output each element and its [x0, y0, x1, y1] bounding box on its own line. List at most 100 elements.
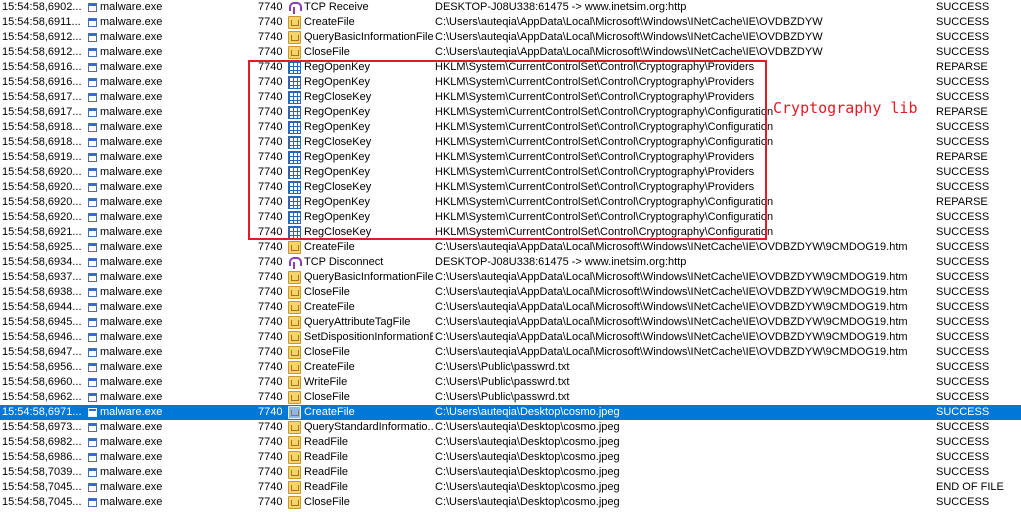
event-row[interactable]: 15:54:58,6937... malware.exe 7740 QueryBasi…	[0, 270, 1021, 285]
time-cell: 15:54:58,6912...	[2, 46, 82, 58]
process-name: malware.exe	[100, 136, 163, 148]
operation-name: RegOpenKey	[304, 211, 371, 223]
event-row[interactable]: 15:54:58,6912... malware.exe 7740 QueryBasi…	[0, 30, 1021, 45]
file-icon	[288, 316, 301, 329]
path-cell: C:\Users\auteqia\AppData\Local\Microsoft…	[435, 301, 908, 313]
event-row[interactable]: 15:54:58,6973... malware.exe 7740 QueryStan…	[0, 420, 1021, 435]
process-name: malware.exe	[100, 271, 163, 283]
event-row[interactable]: 15:54:58,6911... malware.exe 7740 CreateFil…	[0, 15, 1021, 30]
time-cell: 15:54:58,6920...	[2, 196, 82, 208]
event-row[interactable]: 15:54:58,6960... malware.exe 7740 WriteFile…	[0, 375, 1021, 390]
operation-name: WriteFile	[304, 376, 348, 388]
event-row[interactable]: 15:54:58,6919... malware.exe 7740 RegOpenKe…	[0, 150, 1021, 165]
process-icon	[88, 468, 97, 477]
operation-cell: RegCloseKey	[288, 180, 433, 195]
pid-cell: 7740	[258, 331, 283, 343]
process-name: malware.exe	[100, 46, 163, 58]
process-cell: malware.exe	[88, 75, 248, 90]
event-row[interactable]: 15:54:58,7045... malware.exe 7740 ReadFile C…	[0, 480, 1021, 495]
operation-cell: ReadFile	[288, 465, 433, 480]
process-cell: malware.exe	[88, 255, 248, 270]
pid-cell: 7740	[258, 166, 283, 178]
process-icon	[88, 18, 97, 27]
process-name: malware.exe	[100, 61, 163, 73]
process-cell: malware.exe	[88, 210, 248, 225]
process-name: malware.exe	[100, 226, 163, 238]
path-cell: C:\Users\auteqia\Desktop\cosmo.jpeg	[435, 436, 620, 448]
event-row[interactable]: 15:54:58,6920... malware.exe 7740 RegOpenKe…	[0, 210, 1021, 225]
process-icon	[88, 243, 97, 252]
event-row[interactable]: 15:54:58,6944... malware.exe 7740 CreateFil…	[0, 300, 1021, 315]
operation-cell: RegOpenKey	[288, 75, 433, 90]
event-row[interactable]: 15:54:58,7045... malware.exe 7740 CloseFile…	[0, 495, 1021, 510]
process-icon	[88, 78, 97, 87]
time-cell: 15:54:58,6917...	[2, 91, 82, 103]
process-icon	[88, 483, 97, 492]
result-cell: END OF FILE	[936, 481, 1004, 493]
event-row[interactable]: 15:54:58,6918... malware.exe 7740 RegOpenKe…	[0, 120, 1021, 135]
event-row[interactable]: 15:54:58,6916... malware.exe 7740 RegOpenKe…	[0, 60, 1021, 75]
process-name: malware.exe	[100, 166, 163, 178]
process-name: malware.exe	[100, 91, 163, 103]
event-row[interactable]: 15:54:58,6986... malware.exe 7740 ReadFile C…	[0, 450, 1021, 465]
process-cell: malware.exe	[88, 120, 248, 135]
event-row[interactable]: 15:54:58,6902... malware.exe 7740 TCP Recei…	[0, 0, 1021, 15]
file-icon	[288, 271, 301, 284]
event-row[interactable]: 15:54:58,6918... malware.exe 7740 RegCloseK…	[0, 135, 1021, 150]
event-row[interactable]: 15:54:58,6920... malware.exe 7740 RegCloseK…	[0, 180, 1021, 195]
result-cell: SUCCESS	[936, 286, 990, 298]
event-row[interactable]: 15:54:58,6946... malware.exe 7740 SetDispos…	[0, 330, 1021, 345]
event-row[interactable]: 15:54:58,6912... malware.exe 7740 CloseFile…	[0, 45, 1021, 60]
process-cell: malware.exe	[88, 375, 248, 390]
path-cell: C:\Users\Public\passwrd.txt	[435, 376, 570, 388]
operation-name: RegCloseKey	[304, 91, 372, 103]
event-row[interactable]: 15:54:58,6982... malware.exe 7740 ReadFile C…	[0, 435, 1021, 450]
operation-name: RegOpenKey	[304, 166, 371, 178]
event-row[interactable]: 15:54:58,6925... malware.exe 7740 CreateFil…	[0, 240, 1021, 255]
process-name: malware.exe	[100, 496, 163, 508]
event-row[interactable]: 15:54:58,6947... malware.exe 7740 CloseFile…	[0, 345, 1021, 360]
process-cell: malware.exe	[88, 450, 248, 465]
process-icon	[88, 213, 97, 222]
process-cell: malware.exe	[88, 195, 248, 210]
time-cell: 15:54:58,7045...	[2, 496, 82, 508]
path-cell: C:\Users\auteqia\AppData\Local\Microsoft…	[435, 31, 823, 43]
operation-cell: ReadFile	[288, 435, 433, 450]
event-row[interactable]: 15:54:58,6956... malware.exe 7740 CreateFil…	[0, 360, 1021, 375]
result-cell: SUCCESS	[936, 421, 990, 433]
event-row[interactable]: 15:54:58,6962... malware.exe 7740 CloseFile…	[0, 390, 1021, 405]
process-cell: malware.exe	[88, 390, 248, 405]
event-row[interactable]: 15:54:58,6938... malware.exe 7740 CloseFile…	[0, 285, 1021, 300]
time-cell: 15:54:58,6920...	[2, 211, 82, 223]
process-icon	[88, 198, 97, 207]
time-cell: 15:54:58,6971...	[2, 406, 82, 418]
file-icon	[288, 466, 301, 479]
pid-cell: 7740	[258, 1, 283, 13]
result-cell: SUCCESS	[936, 91, 990, 103]
result-cell: SUCCESS	[936, 256, 990, 268]
event-row[interactable]: 15:54:58,6920... malware.exe 7740 RegOpenKe…	[0, 165, 1021, 180]
process-name: malware.exe	[100, 1, 163, 13]
operation-cell: QueryBasicInformationFile	[288, 30, 433, 45]
process-name: malware.exe	[100, 376, 163, 388]
process-name: malware.exe	[100, 436, 163, 448]
event-row[interactable]: 15:54:58,6916... malware.exe 7740 RegOpenKe…	[0, 75, 1021, 90]
operation-name: QueryAttributeTagFile	[304, 316, 411, 328]
event-row[interactable]: 15:54:58,6934... malware.exe 7740 TCP Disco…	[0, 255, 1021, 270]
event-row[interactable]: 15:54:58,7039... malware.exe 7740 ReadFile C…	[0, 465, 1021, 480]
result-cell: SUCCESS	[936, 16, 990, 28]
network-icon	[288, 1, 302, 14]
path-cell: C:\Users\auteqia\AppData\Local\Microsoft…	[435, 331, 908, 343]
event-row[interactable]: 15:54:58,6971... malware.exe 7740 CreateFil…	[0, 405, 1021, 420]
result-cell: SUCCESS	[936, 376, 990, 388]
pid-cell: 7740	[258, 256, 283, 268]
result-cell: SUCCESS	[936, 391, 990, 403]
path-cell: C:\Users\auteqia\AppData\Local\Microsoft…	[435, 271, 908, 283]
file-icon	[288, 481, 301, 494]
event-row[interactable]: 15:54:58,6920... malware.exe 7740 RegOpenKe…	[0, 195, 1021, 210]
path-cell: HKLM\System\CurrentControlSet\Control\Cr…	[435, 121, 774, 133]
event-row[interactable]: 15:54:58,6945... malware.exe 7740 QueryAttr…	[0, 315, 1021, 330]
event-row[interactable]: 15:54:58,6921... malware.exe 7740 RegCloseK…	[0, 225, 1021, 240]
process-cell: malware.exe	[88, 165, 248, 180]
result-cell: REPARSE	[936, 151, 988, 163]
